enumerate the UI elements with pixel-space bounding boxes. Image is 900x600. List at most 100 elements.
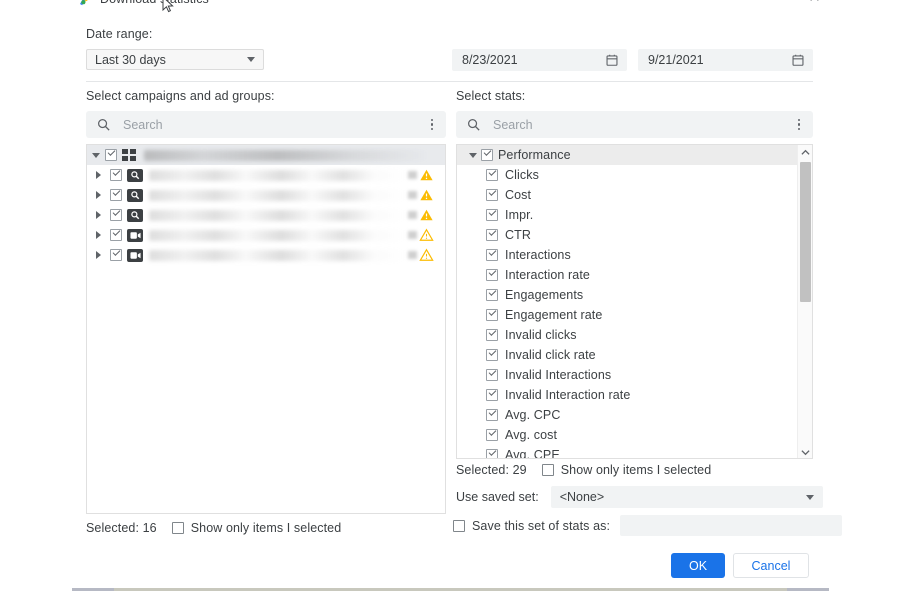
stat-checkbox[interactable] bbox=[486, 449, 498, 458]
stat-row[interactable]: CTR bbox=[457, 225, 797, 245]
scroll-down-icon[interactable] bbox=[798, 445, 812, 458]
page-horizontal-scrollbar[interactable] bbox=[72, 588, 829, 591]
warning-outline-icon bbox=[419, 228, 434, 241]
save-set-checkbox[interactable] bbox=[453, 519, 465, 532]
campaign-checkbox[interactable] bbox=[110, 249, 122, 261]
saved-set-value: <None> bbox=[559, 490, 605, 504]
campaign-name-redacted bbox=[149, 229, 404, 241]
saved-set-label: Use saved set: bbox=[456, 490, 539, 504]
ok-button[interactable]: OK bbox=[671, 553, 725, 578]
stats-scrollbar-track[interactable] bbox=[798, 160, 812, 445]
stats-scrollbar-thumb[interactable] bbox=[800, 162, 811, 302]
campaigns-more-vert-icon[interactable] bbox=[424, 116, 440, 134]
campaign-checkbox[interactable] bbox=[110, 229, 122, 241]
calendar-icon[interactable] bbox=[605, 53, 619, 67]
stat-checkbox[interactable] bbox=[486, 189, 498, 201]
close-icon[interactable] bbox=[806, 0, 822, 4]
stat-checkbox[interactable] bbox=[486, 209, 498, 221]
stats-search-input[interactable] bbox=[491, 116, 791, 133]
stat-label: Invalid Interaction rate bbox=[505, 388, 631, 402]
stats-search-bar[interactable] bbox=[456, 111, 813, 138]
stats-more-vert-icon[interactable] bbox=[791, 116, 807, 134]
warning-filled-icon bbox=[420, 169, 433, 181]
stat-checkbox[interactable] bbox=[486, 329, 498, 341]
campaign-name-redacted bbox=[149, 169, 404, 181]
stat-row[interactable]: Engagement rate bbox=[457, 305, 797, 325]
collapse-arrow-icon[interactable] bbox=[465, 152, 481, 158]
chevron-down-icon bbox=[805, 494, 814, 500]
stat-row[interactable]: Invalid clicks bbox=[457, 325, 797, 345]
campaign-row[interactable] bbox=[87, 205, 445, 225]
campaigns-tree bbox=[86, 144, 446, 514]
stats-show-only-selected-checkbox[interactable] bbox=[541, 464, 554, 476]
stat-checkbox[interactable] bbox=[486, 229, 498, 241]
expand-arrow-icon[interactable] bbox=[87, 211, 110, 219]
root-checkbox[interactable] bbox=[105, 149, 117, 161]
stat-row[interactable]: Interactions bbox=[457, 245, 797, 265]
campaign-rows bbox=[87, 165, 445, 265]
stat-row[interactable]: Cost bbox=[457, 185, 797, 205]
stat-row[interactable]: Interaction rate bbox=[457, 265, 797, 285]
campaign-metric-redacted bbox=[408, 231, 417, 239]
warning-filled-icon bbox=[420, 209, 433, 221]
end-date-field[interactable]: 9/21/2021 bbox=[638, 49, 813, 71]
campaigns-search-bar[interactable] bbox=[86, 111, 446, 138]
stat-row[interactable]: Avg. cost bbox=[457, 425, 797, 445]
campaign-row[interactable] bbox=[87, 165, 445, 185]
campaign-row[interactable] bbox=[87, 185, 445, 205]
stat-row[interactable]: Invalid Interaction rate bbox=[457, 385, 797, 405]
stats-scrollbar[interactable] bbox=[797, 145, 812, 458]
performance-group-label: Performance bbox=[498, 148, 571, 162]
dialog-titlebar: Download statistics bbox=[0, 0, 900, 14]
stat-checkbox[interactable] bbox=[486, 169, 498, 181]
save-set-row: Save this set of stats as: bbox=[453, 515, 843, 536]
root-account-name-redacted bbox=[144, 149, 441, 161]
expand-arrow-icon[interactable] bbox=[87, 231, 110, 239]
stat-checkbox[interactable] bbox=[486, 249, 498, 261]
stat-checkbox[interactable] bbox=[486, 369, 498, 381]
search-campaign-icon bbox=[127, 208, 143, 222]
stat-row[interactable]: Clicks bbox=[457, 165, 797, 185]
stat-checkbox[interactable] bbox=[486, 429, 498, 441]
stat-label: Avg. CPC bbox=[505, 408, 561, 422]
campaign-checkbox[interactable] bbox=[110, 169, 122, 181]
performance-group-checkbox[interactable] bbox=[481, 149, 493, 161]
stat-checkbox[interactable] bbox=[486, 389, 498, 401]
date-range-preset-select[interactable]: Last 30 days bbox=[86, 49, 264, 70]
campaign-checkbox[interactable] bbox=[110, 209, 122, 221]
save-set-name-input[interactable] bbox=[620, 515, 843, 536]
campaign-checkbox[interactable] bbox=[110, 189, 122, 201]
stat-checkbox[interactable] bbox=[486, 289, 498, 301]
expand-arrow-icon[interactable] bbox=[87, 251, 110, 259]
scroll-up-icon[interactable] bbox=[798, 145, 812, 160]
stat-checkbox[interactable] bbox=[486, 309, 498, 321]
stat-checkbox[interactable] bbox=[486, 349, 498, 361]
stats-tree: Performance Clicks Cost Impr. CTR Interactio… bbox=[456, 144, 813, 459]
dialog-title: Download statistics bbox=[100, 0, 209, 6]
cancel-button[interactable]: Cancel bbox=[733, 553, 809, 578]
collapse-arrow-icon[interactable] bbox=[87, 152, 105, 158]
campaign-row[interactable] bbox=[87, 245, 445, 265]
campaigns-show-only-selected-checkbox[interactable] bbox=[171, 522, 184, 534]
campaigns-search-input[interactable] bbox=[121, 116, 424, 133]
campaign-row[interactable] bbox=[87, 225, 445, 245]
stat-row[interactable]: Invalid click rate bbox=[457, 345, 797, 365]
stat-row[interactable]: Avg. CPC bbox=[457, 405, 797, 425]
saved-set-select[interactable]: <None> bbox=[550, 486, 823, 508]
stat-label: Cost bbox=[505, 188, 532, 202]
stat-row[interactable]: Impr. bbox=[457, 205, 797, 225]
start-date-field[interactable]: 8/23/2021 bbox=[452, 49, 627, 71]
stats-group-performance[interactable]: Performance bbox=[457, 145, 797, 165]
stat-row[interactable]: Invalid Interactions bbox=[457, 365, 797, 385]
stat-row[interactable]: Avg. CPE bbox=[457, 445, 797, 458]
campaigns-selected-count: Selected: 16 bbox=[86, 521, 157, 535]
campaigns-tree-root-row[interactable] bbox=[87, 145, 445, 165]
stat-row[interactable]: Engagements bbox=[457, 285, 797, 305]
calendar-icon[interactable] bbox=[791, 53, 805, 67]
stat-label: Clicks bbox=[505, 168, 539, 182]
stat-checkbox[interactable] bbox=[486, 269, 498, 281]
expand-arrow-icon[interactable] bbox=[87, 171, 110, 179]
stat-label: Avg. cost bbox=[505, 428, 558, 442]
expand-arrow-icon[interactable] bbox=[87, 191, 110, 199]
stat-checkbox[interactable] bbox=[486, 409, 498, 421]
